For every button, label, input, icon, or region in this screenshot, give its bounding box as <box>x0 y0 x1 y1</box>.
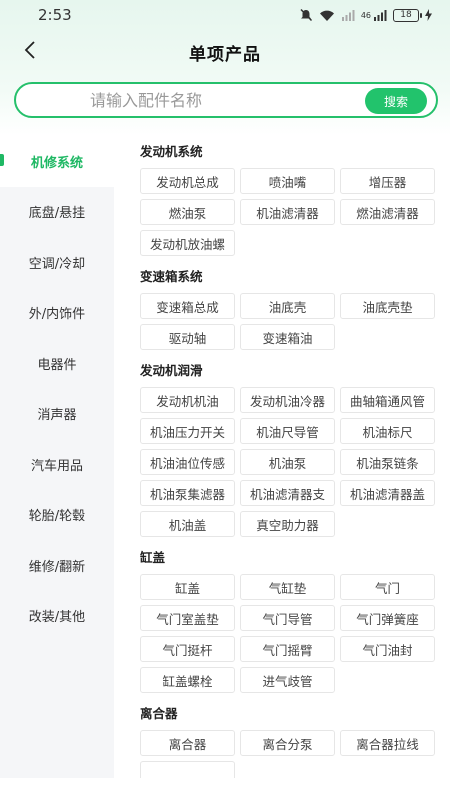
product-tag[interactable]: 机油盖 <box>140 511 235 537</box>
back-button[interactable] <box>14 36 46 68</box>
product-tag[interactable]: 气门油封 <box>340 636 435 662</box>
tag-grid: 发动机总成 喷油嘴 增压器 燃油泵 机油滤清器 燃油滤清器 发动机放油螺 <box>140 168 440 261</box>
section-title: 缸盖 <box>140 550 166 565</box>
product-tag[interactable]: 机油尺导管 <box>240 418 335 444</box>
tag-grid: 变速箱总成 油底壳 油底壳垫 驱动轴 变速箱油 <box>140 293 440 355</box>
sidebar-item-trim[interactable]: 外/内饰件 <box>0 288 114 339</box>
product-tag[interactable]: 机油泵 <box>240 449 335 475</box>
mute-icon <box>299 8 313 22</box>
sidebar-item-repair[interactable]: 维修/翻新 <box>0 540 114 591</box>
section-clutch: 离合器 离合器 离合分泵 离合器拉线 <box>114 698 450 780</box>
signal-icon <box>341 9 355 21</box>
section-transmission: 变速箱系统 变速箱总成 油底壳 油底壳垫 驱动轴 变速箱油 <box>114 261 450 355</box>
product-tag[interactable]: 机油滤清器盖 <box>340 480 435 506</box>
sidebar-item-label: 维修/翻新 <box>28 559 86 575</box>
sidebar-item-ac-cooling[interactable]: 空调/冷却 <box>0 237 114 288</box>
product-tag[interactable]: 离合器 <box>140 730 235 756</box>
section-engine-lubrication: 发动机润滑 发动机机油 发动机油冷器 曲轴箱通风管 机油压力开关 机油尺导管 机… <box>114 355 450 542</box>
status-icons: 46 18 <box>299 8 432 22</box>
wifi-icon <box>319 9 335 22</box>
product-tag[interactable]: 曲轴箱通风管 <box>340 387 435 413</box>
product-tag[interactable]: 缸盖 <box>140 574 235 600</box>
section-title: 发动机润滑 <box>140 363 203 378</box>
product-tag[interactable]: 机油泵链条 <box>340 449 435 475</box>
product-tag[interactable]: 气门弹簧座 <box>340 605 435 631</box>
product-tag[interactable]: 气门摇臂 <box>240 636 335 662</box>
sidebar-item-label: 轮胎/轮毂 <box>28 509 86 525</box>
battery-level: 18 <box>400 9 412 20</box>
sidebar-item-label: 机修系统 <box>30 155 83 171</box>
section-title: 发动机系统 <box>140 144 203 159</box>
section-engine-system: 发动机系统 发动机总成 喷油嘴 增压器 燃油泵 机油滤清器 燃油滤清器 发动机放… <box>114 136 450 261</box>
network-type-label: 46 <box>360 10 371 20</box>
tag-grid: 缸盖 气缸垫 气门 气门室盖垫 气门导管 气门弹簧座 气门挺杆 气门摇臂 气门油… <box>140 574 440 698</box>
status-time: 2:53 <box>38 6 72 24</box>
product-tag[interactable]: 机油滤清器支 <box>240 480 335 506</box>
tag-grid: 离合器 离合分泵 离合器拉线 <box>140 730 440 780</box>
product-tag[interactable]: 变速箱油 <box>240 324 335 350</box>
sidebar-item-label: 外/内饰件 <box>28 307 86 323</box>
product-tag[interactable]: 发动机放油螺 <box>140 230 235 256</box>
product-tag[interactable]: 变速箱总成 <box>140 293 235 319</box>
product-tag[interactable]: 气门室盖垫 <box>140 605 235 631</box>
header: 单项产品 <box>0 30 450 74</box>
status-bar: 2:53 46 18 <box>0 0 450 30</box>
product-tag[interactable]: 气门挺杆 <box>140 636 235 662</box>
section-title: 离合器 <box>140 706 178 721</box>
sidebar-item-engine[interactable]: 机修系统 <box>0 136 114 187</box>
sidebar-item-electrical[interactable]: 电器件 <box>0 338 114 389</box>
product-tag[interactable]: 喷油嘴 <box>240 168 335 194</box>
search-input[interactable] <box>90 90 360 110</box>
sidebar-item-label: 电器件 <box>37 357 77 373</box>
product-tag[interactable]: 机油油位传感 <box>140 449 235 475</box>
category-sidebar: 机修系统 底盘/悬挂 空调/冷却 外/内饰件 电器件 消声器 汽车用品 轮胎/轮… <box>0 136 114 780</box>
page-title: 单项产品 <box>189 44 261 65</box>
product-tag[interactable]: 机油压力开关 <box>140 418 235 444</box>
battery-icon: 18 <box>393 8 422 22</box>
charging-icon <box>425 9 432 21</box>
product-tag[interactable]: 离合分泵 <box>240 730 335 756</box>
product-tag[interactable]: 气门 <box>340 574 435 600</box>
product-tag[interactable]: 缸盖螺栓 <box>140 667 235 693</box>
product-tag[interactable]: 增压器 <box>340 168 435 194</box>
product-tag[interactable]: 油底壳垫 <box>340 293 435 319</box>
product-list: 发动机系统 发动机总成 喷油嘴 增压器 燃油泵 机油滤清器 燃油滤清器 发动机放… <box>114 136 450 780</box>
search-button[interactable]: 搜索 <box>365 88 427 114</box>
product-tag[interactable]: 机油泵集滤器 <box>140 480 235 506</box>
product-tag[interactable]: 气缸垫 <box>240 574 335 600</box>
sidebar-item-car-supplies[interactable]: 汽车用品 <box>0 439 114 490</box>
product-tag[interactable]: 燃油泵 <box>140 199 235 225</box>
product-tag[interactable]: 油底壳 <box>240 293 335 319</box>
product-tag[interactable]: 进气歧管 <box>240 667 335 693</box>
active-indicator <box>0 154 4 166</box>
section-title: 变速箱系统 <box>140 269 203 284</box>
sidebar-item-chassis[interactable]: 底盘/悬挂 <box>0 187 114 238</box>
sidebar-item-label: 改装/其他 <box>28 610 86 626</box>
product-tag[interactable]: 燃油滤清器 <box>340 199 435 225</box>
sidebar-item-label: 消声器 <box>37 408 77 424</box>
product-tag[interactable]: 离合器拉线 <box>340 730 435 756</box>
search-bar: 搜索 <box>14 82 438 118</box>
sidebar-item-tires[interactable]: 轮胎/轮毂 <box>0 490 114 541</box>
sidebar-item-muffler[interactable]: 消声器 <box>0 389 114 440</box>
sidebar-item-label: 汽车用品 <box>30 458 83 474</box>
section-cylinder-head: 缸盖 缸盖 气缸垫 气门 气门室盖垫 气门导管 气门弹簧座 气门挺杆 气门摇臂 … <box>114 542 450 698</box>
chevron-left-icon <box>23 40 37 64</box>
product-tag[interactable]: 驱动轴 <box>140 324 235 350</box>
product-tag[interactable]: 发动机油冷器 <box>240 387 335 413</box>
sidebar-item-label: 空调/冷却 <box>28 256 86 272</box>
product-tag[interactable]: 气门导管 <box>240 605 335 631</box>
bottom-edge <box>0 778 450 800</box>
product-tag[interactable]: 机油滤清器 <box>240 199 335 225</box>
product-tag[interactable]: 真空助力器 <box>240 511 335 537</box>
sidebar-item-modification[interactable]: 改装/其他 <box>0 591 114 642</box>
tag-grid: 发动机机油 发动机油冷器 曲轴箱通风管 机油压力开关 机油尺导管 机油标尺 机油… <box>140 387 440 542</box>
product-tag[interactable]: 发动机机油 <box>140 387 235 413</box>
signal-strength-icon <box>373 9 387 21</box>
product-tag[interactable]: 机油标尺 <box>340 418 435 444</box>
sidebar-item-label: 底盘/悬挂 <box>28 206 86 222</box>
product-tag[interactable]: 发动机总成 <box>140 168 235 194</box>
